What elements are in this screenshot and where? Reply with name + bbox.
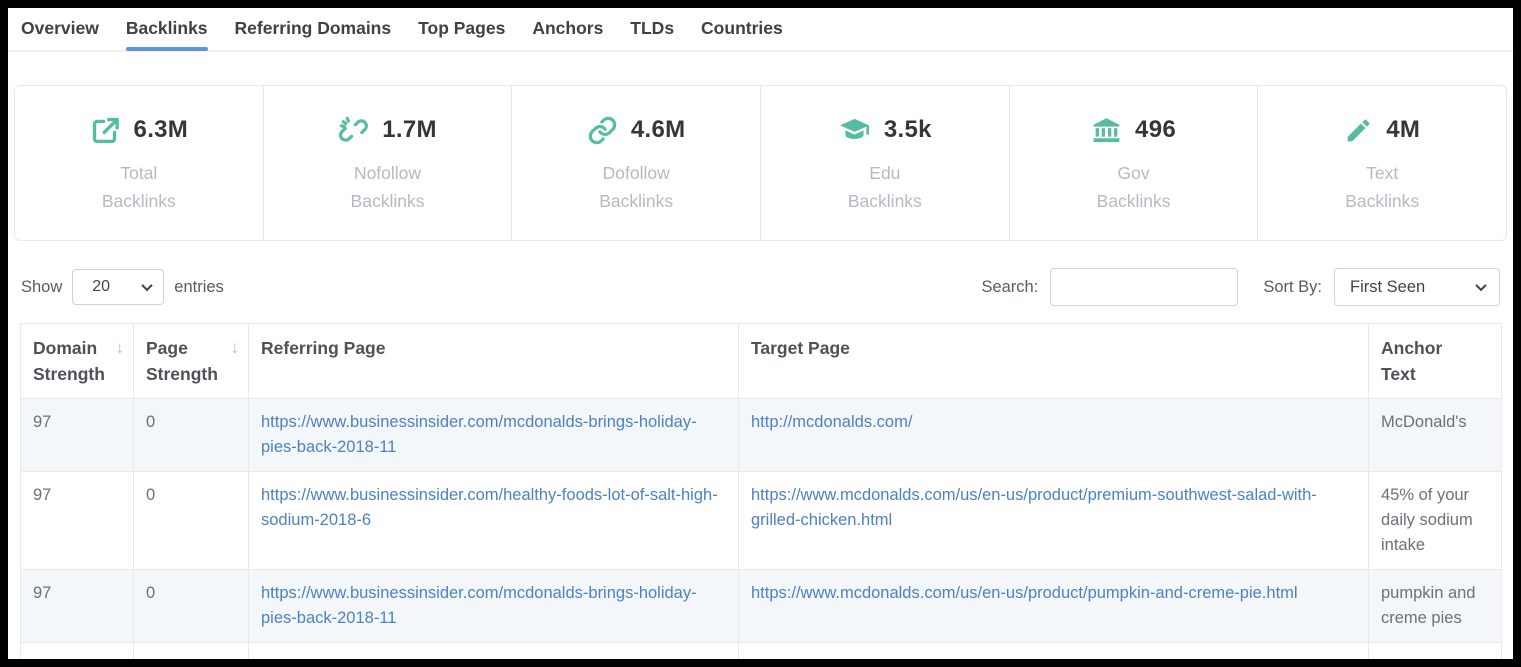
tab-overview[interactable]: Overview bbox=[21, 18, 99, 49]
stat-value: 496 bbox=[1135, 116, 1176, 144]
stat-label: GovBacklinks bbox=[1097, 159, 1171, 215]
sort-by-select[interactable]: First Seen bbox=[1334, 268, 1500, 306]
entries-label: entries bbox=[174, 278, 224, 297]
stat-nofollow-backlinks: 1.7M NofollowBacklinks bbox=[264, 86, 513, 240]
stat-label: EduBacklinks bbox=[848, 159, 922, 215]
sort-down-icon[interactable]: ↓ bbox=[231, 335, 240, 361]
referring-page-link[interactable]: https://www.businessinsider.com/mcdonald… bbox=[261, 584, 697, 627]
column-header-target-page: Target Page bbox=[739, 324, 1369, 399]
column-header-domain-strength[interactable]: Domain Strength ↓ bbox=[21, 324, 134, 399]
referring-page-link[interactable]: https://www.businessinsider.com/mcdonald… bbox=[261, 413, 697, 456]
backlinks-table: Domain Strength ↓ Page Strength ↓ Referr… bbox=[20, 323, 1502, 659]
target-page-link[interactable]: http://mcdonalds.com/ bbox=[751, 413, 912, 431]
chevron-down-icon bbox=[1475, 280, 1486, 291]
stat-value: 6.3M bbox=[134, 116, 189, 144]
stat-value: 3.5k bbox=[884, 116, 932, 144]
app-window: Overview Backlinks Referring Domains Top… bbox=[8, 8, 1513, 659]
referring-page-cell: https://www.businessinsider.com/mcdonald… bbox=[249, 399, 739, 472]
stat-label: TextBacklinks bbox=[1345, 159, 1419, 215]
tab-referring-domains[interactable]: Referring Domains bbox=[235, 18, 392, 49]
target-page-link[interactable]: https://www.mcdonalds.com/us/en-us/produ… bbox=[751, 584, 1298, 602]
bank-icon bbox=[1091, 115, 1122, 146]
search-input[interactable] bbox=[1050, 268, 1238, 306]
pencil-icon bbox=[1344, 116, 1373, 145]
page-size-select[interactable]: 20 bbox=[72, 269, 164, 305]
stat-value: 1.7M bbox=[382, 116, 437, 144]
stat-total-backlinks: 6.3M TotalBacklinks bbox=[15, 86, 264, 240]
target-page-cell: http://mcdonalds.com/ bbox=[739, 399, 1369, 472]
target-page-cell: https://www.mcdonalds.com/us/en-us/produ… bbox=[739, 472, 1369, 570]
domain-strength-cell: 97 bbox=[21, 472, 134, 570]
tab-countries[interactable]: Countries bbox=[701, 18, 783, 49]
tab-tlds[interactable]: TLDs bbox=[630, 18, 674, 49]
anchor-text-cell: 45% of your daily sodium intake bbox=[1369, 472, 1502, 570]
anchor-text-cell: McDonald's bbox=[1369, 399, 1502, 472]
target-page-link[interactable]: https://www.mcdonalds.com/us/en-us/produ… bbox=[751, 486, 1317, 529]
sort-by-label: Sort By: bbox=[1263, 278, 1322, 297]
page-size-value: 20 bbox=[92, 278, 110, 296]
stat-text-backlinks: 4M TextBacklinks bbox=[1258, 86, 1506, 240]
target-page-cell: https://www.mcdonalds.com/us/en-us/produ… bbox=[739, 570, 1369, 643]
search-label: Search: bbox=[981, 278, 1038, 297]
stat-label: NofollowBacklinks bbox=[351, 159, 425, 215]
table-row: 97 0 https://www.businessinsider.com/hea… bbox=[21, 472, 1502, 570]
backlink-stats-card: 6.3M TotalBacklinks 1.7M NofollowBacklin… bbox=[14, 85, 1507, 241]
show-label: Show bbox=[21, 278, 62, 297]
page-strength-cell: 0 bbox=[134, 399, 249, 472]
page-strength-cell: 0 bbox=[134, 570, 249, 643]
stat-value: 4M bbox=[1386, 116, 1420, 144]
stat-label: DofollowBacklinks bbox=[599, 159, 673, 215]
stat-label: TotalBacklinks bbox=[102, 159, 176, 215]
sort-by-value: First Seen bbox=[1350, 278, 1425, 297]
unlink-icon bbox=[338, 115, 369, 146]
report-tabs: Overview Backlinks Referring Domains Top… bbox=[8, 8, 1513, 52]
stat-gov-backlinks: 496 GovBacklinks bbox=[1010, 86, 1259, 240]
table-header-row: Domain Strength ↓ Page Strength ↓ Referr… bbox=[21, 324, 1502, 399]
domain-strength-cell: 97 bbox=[21, 570, 134, 643]
table-row: 97 0 https://www.businessinsider.com/mcd… bbox=[21, 570, 1502, 643]
table-controls: Show 20 entries Search: Sort By: First S… bbox=[21, 268, 1500, 306]
tab-anchors[interactable]: Anchors bbox=[532, 18, 603, 49]
stat-dofollow-backlinks: 4.6M DofollowBacklinks bbox=[512, 86, 761, 240]
column-header-page-strength[interactable]: Page Strength ↓ bbox=[134, 324, 249, 399]
external-link-icon bbox=[90, 115, 121, 146]
sort-down-icon[interactable]: ↓ bbox=[116, 335, 125, 361]
referring-page-cell: https://www.businessinsider.com/mcdonald… bbox=[249, 570, 739, 643]
stat-edu-backlinks: 3.5k EduBacklinks bbox=[761, 86, 1010, 240]
referring-page-link[interactable]: https://www.businessinsider.com/healthy-… bbox=[261, 486, 718, 529]
page-strength-cell: 0 bbox=[134, 472, 249, 570]
domain-strength-cell: 97 bbox=[21, 399, 134, 472]
table-row: 97 0 https://www.businessinsider.com/mcd… bbox=[21, 399, 1502, 472]
table-row bbox=[21, 643, 1502, 660]
referring-page-cell: https://www.businessinsider.com/healthy-… bbox=[249, 472, 739, 570]
column-header-referring-page: Referring Page bbox=[249, 324, 739, 399]
tab-backlinks[interactable]: Backlinks bbox=[126, 18, 208, 49]
column-header-anchor-text: Anchor Text bbox=[1369, 324, 1502, 399]
stat-value: 4.6M bbox=[631, 116, 686, 144]
chevron-down-icon bbox=[142, 280, 153, 291]
tab-top-pages[interactable]: Top Pages bbox=[418, 18, 505, 49]
anchor-text-cell: pumpkin and creme pies bbox=[1369, 570, 1502, 643]
graduation-cap-icon bbox=[838, 114, 871, 147]
link-icon bbox=[587, 115, 618, 146]
